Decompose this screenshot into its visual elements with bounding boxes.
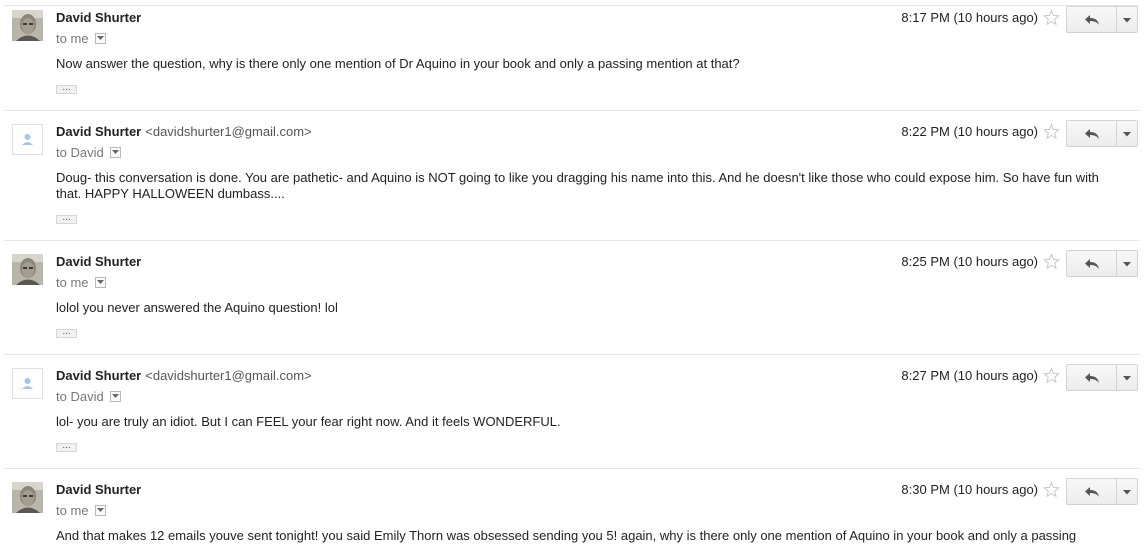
- dropdown-arrow-icon: [1123, 376, 1131, 381]
- message-divider: [4, 110, 1139, 111]
- show-details-icon[interactable]: [94, 33, 106, 44]
- recipient-label: to me: [56, 275, 89, 290]
- sender-line: David Shurter <davidshurter1@gmail.com>: [56, 368, 312, 383]
- message-time: 8:17 PM (10 hours ago): [901, 10, 1038, 25]
- sender-email: <davidshurter1@gmail.com>: [145, 368, 312, 383]
- message-1[interactable]: David Shurter to me 8:17 PM (10 hours ag…: [0, 6, 1147, 110]
- show-trimmed-content-button[interactable]: ...: [56, 443, 77, 452]
- recipient-summary: to David: [56, 145, 121, 160]
- message-body: Doug- this conversation is done. You are…: [56, 170, 1099, 201]
- reply-arrow-icon: [1085, 15, 1099, 25]
- person-silhouette-icon: [22, 134, 33, 145]
- message-body: Now answer the question, why is there on…: [56, 56, 740, 71]
- reply-arrow-icon: [1085, 129, 1099, 139]
- sender-line: David Shurter: [56, 10, 141, 25]
- more-actions-button[interactable]: [1116, 6, 1138, 33]
- recipient-label: to me: [56, 503, 89, 518]
- message-divider: [4, 240, 1139, 241]
- show-trimmed-content-button[interactable]: ...: [56, 85, 77, 94]
- more-actions-button[interactable]: [1116, 120, 1138, 147]
- reply-arrow-icon: [1085, 259, 1099, 269]
- reply-arrow-icon: [1085, 487, 1099, 497]
- message-4[interactable]: David Shurter <davidshurter1@gmail.com> t…: [0, 364, 1147, 468]
- message-2[interactable]: David Shurter <davidshurter1@gmail.com> t…: [0, 120, 1147, 240]
- message-divider: [4, 354, 1139, 355]
- show-details-icon[interactable]: [94, 277, 106, 288]
- more-actions-button[interactable]: [1116, 478, 1138, 505]
- star-outline-icon[interactable]: [1043, 481, 1060, 498]
- show-details-icon[interactable]: [109, 391, 121, 402]
- show-details-icon[interactable]: [109, 147, 121, 158]
- message-body: lol- you are truly an idiot. But I can F…: [56, 414, 561, 429]
- dropdown-arrow-icon: [1123, 490, 1131, 495]
- show-trimmed-content-button[interactable]: ...: [56, 215, 77, 224]
- person-silhouette-icon: [22, 378, 33, 389]
- message-body: lolol you never answered the Aquino ques…: [56, 300, 338, 315]
- message-time: 8:25 PM (10 hours ago): [901, 254, 1038, 269]
- message-time: 8:22 PM (10 hours ago): [901, 124, 1038, 139]
- recipient-summary: to me: [56, 275, 106, 290]
- sender-name[interactable]: David Shurter: [56, 254, 141, 269]
- message-body: And that makes 12 emails youve sent toni…: [56, 528, 1077, 543]
- sender-avatar[interactable]: [12, 368, 43, 399]
- sender-name[interactable]: David Shurter: [56, 124, 141, 139]
- reply-button[interactable]: [1066, 364, 1116, 391]
- recipient-label: to David: [56, 145, 104, 160]
- sender-email: <davidshurter1@gmail.com>: [145, 124, 312, 139]
- sender-avatar[interactable]: [12, 124, 43, 155]
- message-time: 8:30 PM (10 hours ago): [901, 482, 1038, 497]
- dropdown-arrow-icon: [1123, 18, 1131, 23]
- sender-line: David Shurter <davidshurter1@gmail.com>: [56, 124, 312, 139]
- star-outline-icon[interactable]: [1043, 9, 1060, 26]
- show-details-icon[interactable]: [94, 505, 106, 516]
- sender-avatar[interactable]: [12, 254, 43, 285]
- show-trimmed-content-button[interactable]: ...: [56, 329, 77, 338]
- reply-arrow-icon: [1085, 373, 1099, 383]
- recipient-summary: to David: [56, 389, 121, 404]
- sender-name[interactable]: David Shurter: [56, 10, 141, 25]
- reply-button[interactable]: [1066, 120, 1116, 147]
- sender-line: David Shurter: [56, 482, 141, 497]
- sender-name[interactable]: David Shurter: [56, 368, 141, 383]
- reply-button[interactable]: [1066, 478, 1116, 505]
- message-3[interactable]: David Shurter to me 8:25 PM (10 hours ag…: [0, 250, 1147, 354]
- star-outline-icon[interactable]: [1043, 123, 1060, 140]
- more-actions-button[interactable]: [1116, 364, 1138, 391]
- conversation-thread: David Shurter to me 8:17 PM (10 hours ag…: [0, 0, 1147, 546]
- message-time: 8:27 PM (10 hours ago): [901, 368, 1038, 383]
- message-5[interactable]: David Shurter to me 8:30 PM (10 hours ag…: [0, 478, 1147, 546]
- recipient-summary: to me: [56, 503, 106, 518]
- sender-avatar[interactable]: [12, 482, 43, 513]
- recipient-summary: to me: [56, 31, 106, 46]
- reply-button[interactable]: [1066, 250, 1116, 277]
- dropdown-arrow-icon: [1123, 132, 1131, 137]
- message-divider: [4, 468, 1139, 469]
- reply-button[interactable]: [1066, 6, 1116, 33]
- sender-avatar[interactable]: [12, 10, 43, 41]
- dropdown-arrow-icon: [1123, 262, 1131, 267]
- sender-line: David Shurter: [56, 254, 141, 269]
- recipient-label: to me: [56, 31, 89, 46]
- recipient-label: to David: [56, 389, 104, 404]
- star-outline-icon[interactable]: [1043, 253, 1060, 270]
- sender-name[interactable]: David Shurter: [56, 482, 141, 497]
- more-actions-button[interactable]: [1116, 250, 1138, 277]
- star-outline-icon[interactable]: [1043, 367, 1060, 384]
